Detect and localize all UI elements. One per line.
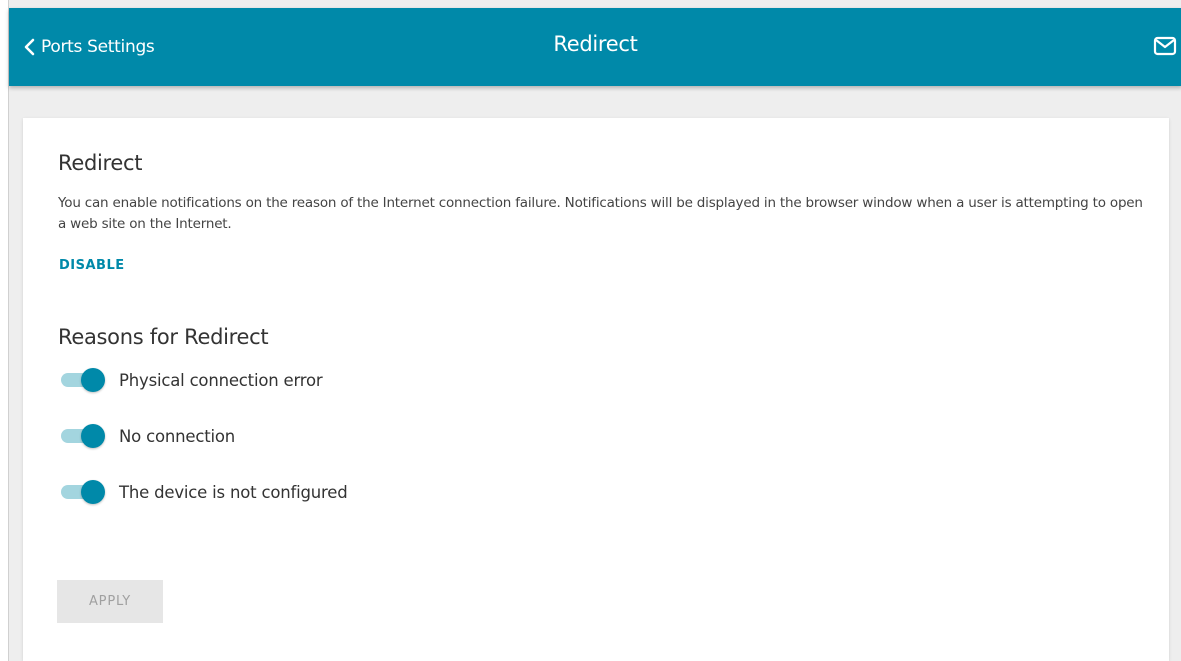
page-title: Redirect — [553, 32, 638, 56]
toggle-label: No connection — [119, 426, 235, 446]
toggle-label: Physical connection error — [119, 370, 323, 390]
reasons-heading: Reasons for Redirect — [58, 325, 269, 349]
toggle-label: The device is not configured — [119, 482, 348, 502]
toggle-physical-connection-error[interactable]: Physical connection error — [59, 366, 323, 394]
toggle-switch[interactable] — [59, 366, 105, 394]
settings-card: Redirect You can enable notifications on… — [23, 118, 1169, 661]
toggle-no-connection[interactable]: No connection — [59, 422, 235, 450]
redirect-heading: Redirect — [58, 151, 143, 175]
toggle-switch[interactable] — [59, 422, 105, 450]
disable-link[interactable]: DISABLE — [59, 258, 125, 273]
toggle-device-not-configured[interactable]: The device is not configured — [59, 478, 348, 506]
top-bar: Ports Settings Redirect — [9, 8, 1181, 86]
app-frame: Ports Settings Redirect Redirect You can… — [8, 0, 1181, 661]
apply-button[interactable]: APPLY — [57, 580, 163, 623]
toggle-switch[interactable] — [59, 478, 105, 506]
mail-icon[interactable] — [1153, 36, 1177, 60]
redirect-description: You can enable notifications on the reas… — [58, 195, 1143, 232]
